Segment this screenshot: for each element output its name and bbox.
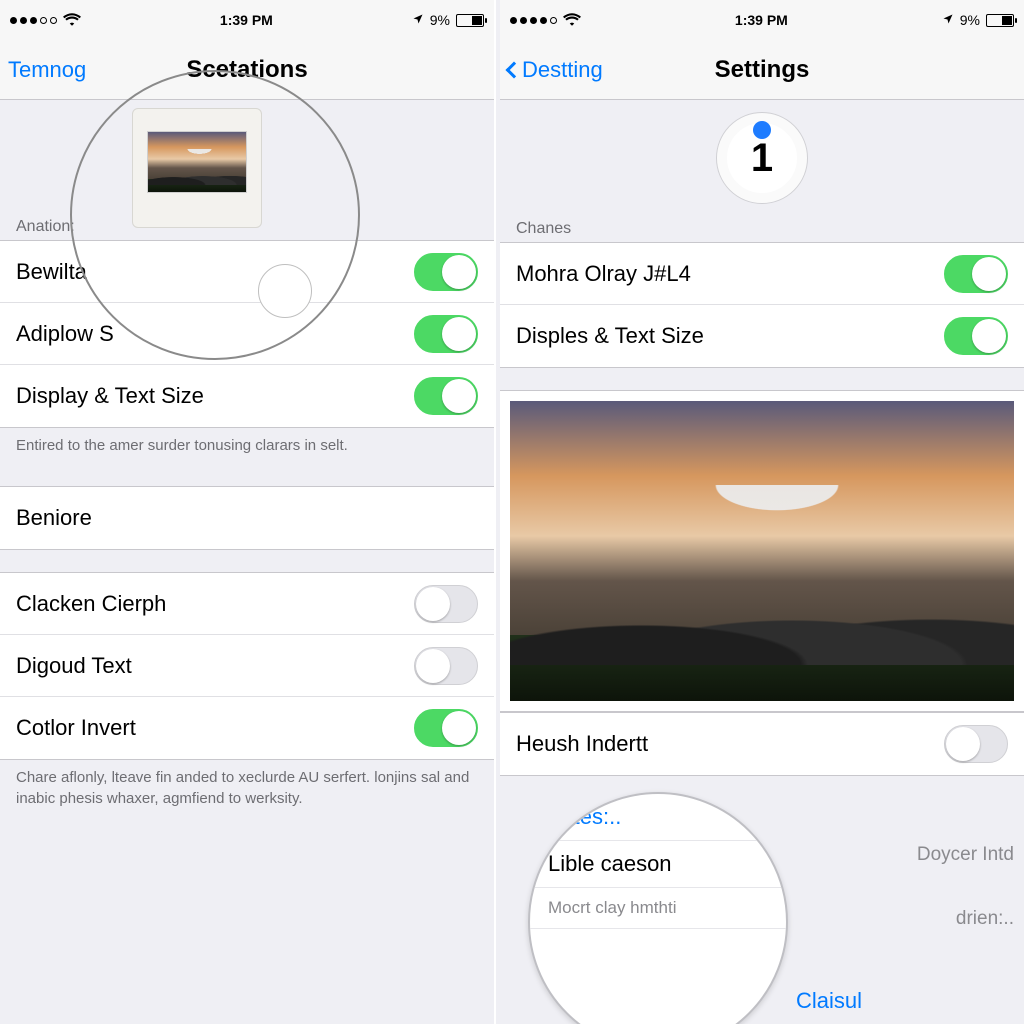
row-mohra[interactable]: Mohra Olray J#L4: [500, 243, 1024, 305]
nav-back-label: Temnog: [8, 57, 86, 83]
row-label: Bewilta: [16, 259, 87, 285]
row-heush[interactable]: Heush Indertt: [500, 713, 1024, 775]
page-title: Settings: [715, 56, 810, 84]
row-label: Heush Indertt: [516, 731, 648, 757]
back-button[interactable]: Destting: [508, 57, 603, 83]
row-label: Digoud Text: [16, 653, 132, 679]
side-label: Doycer Intd: [917, 844, 1014, 866]
group-footer: Entired to the amer surder tonusing clar…: [0, 428, 494, 464]
location-icon: [942, 12, 954, 28]
row-beniore[interactable]: Beniore: [0, 487, 494, 549]
row-label: Display & Text Size: [16, 383, 204, 409]
signal-dots-icon: [10, 17, 57, 24]
back-button[interactable]: Temnog: [8, 57, 86, 83]
status-time: 1:39 PM: [220, 12, 273, 28]
toggle[interactable]: [414, 647, 478, 685]
row-label: Mohra Olray J#L4: [516, 261, 691, 287]
settings-group-2: Beniore: [0, 486, 494, 550]
row-label: Clacken Cierph: [16, 591, 166, 617]
settings-group-below: Heush Indertt: [500, 712, 1024, 776]
bottom-link[interactable]: Claisul: [796, 988, 862, 1014]
row-disples[interactable]: Disples & Text Size: [500, 305, 1024, 367]
battery-icon: [456, 14, 484, 27]
toggle[interactable]: [414, 585, 478, 623]
nav-bar: Destting Settings: [500, 40, 1024, 100]
location-icon: [412, 12, 424, 28]
nav-bar: Temnog Scetations: [0, 40, 494, 100]
toggle[interactable]: [944, 725, 1008, 763]
nav-back-label: Destting: [522, 57, 603, 83]
step-badge: 1: [716, 112, 808, 204]
page-title: Scetations: [186, 56, 307, 84]
status-time: 1:39 PM: [735, 12, 788, 28]
battery-icon: [986, 14, 1014, 27]
wallpaper-preview[interactable]: [500, 390, 1024, 712]
section-header: Anation:: [0, 210, 494, 240]
popup-title: Lible caeson: [530, 841, 786, 888]
mountain-scene-icon: [510, 401, 1014, 701]
toggle[interactable]: [944, 317, 1008, 355]
toggle[interactable]: [944, 255, 1008, 293]
status-bar: 1:39 PM 9%: [0, 0, 494, 40]
row-bewilta[interactable]: Bewilta: [0, 241, 494, 303]
row-display-text-size[interactable]: Display & Text Size: [0, 365, 494, 427]
row-digoud[interactable]: Digoud Text: [0, 635, 494, 697]
chevron-left-icon: [506, 61, 523, 78]
section-header: Chanes: [500, 212, 1024, 242]
status-bar: 1:39 PM 9%: [500, 0, 1024, 40]
settings-group-3: Clacken Cierph Digoud Text Cotlor Invert: [0, 572, 494, 760]
check-icon: [753, 121, 771, 139]
group-footer: Chare aflonly, lteave fin anded to xeclu…: [0, 760, 494, 817]
battery-percent: 9%: [430, 12, 450, 28]
phone-left: 1:39 PM 9% Temnog Scetations Anation: Be…: [0, 0, 496, 1024]
side-label: drien:..: [956, 908, 1014, 930]
row-clacken[interactable]: Clacken Cierph: [0, 573, 494, 635]
signal-dots-icon: [510, 17, 557, 24]
step-number: 1: [751, 136, 773, 181]
row-adiplow[interactable]: Adiplow S: [0, 303, 494, 365]
settings-group: Mohra Olray J#L4 Disples & Text Size: [500, 242, 1024, 368]
toggle[interactable]: [414, 377, 478, 415]
settings-group-1: Bewilta Adiplow S Display & Text Size: [0, 240, 494, 428]
wifi-icon: [563, 12, 581, 29]
row-label: Beniore: [16, 505, 92, 531]
battery-percent: 9%: [960, 12, 980, 28]
popup-sub: Mocrt clay hmthti: [530, 888, 786, 929]
row-label: Cotlor Invert: [16, 715, 136, 741]
toggle[interactable]: [414, 253, 478, 291]
toggle[interactable]: [414, 709, 478, 747]
wifi-icon: [63, 12, 81, 29]
toggle[interactable]: [414, 315, 478, 353]
row-color-invert[interactable]: Cotlor Invert: [0, 697, 494, 759]
row-label: Disples & Text Size: [516, 323, 704, 349]
row-label: Adiplow S: [16, 321, 114, 347]
